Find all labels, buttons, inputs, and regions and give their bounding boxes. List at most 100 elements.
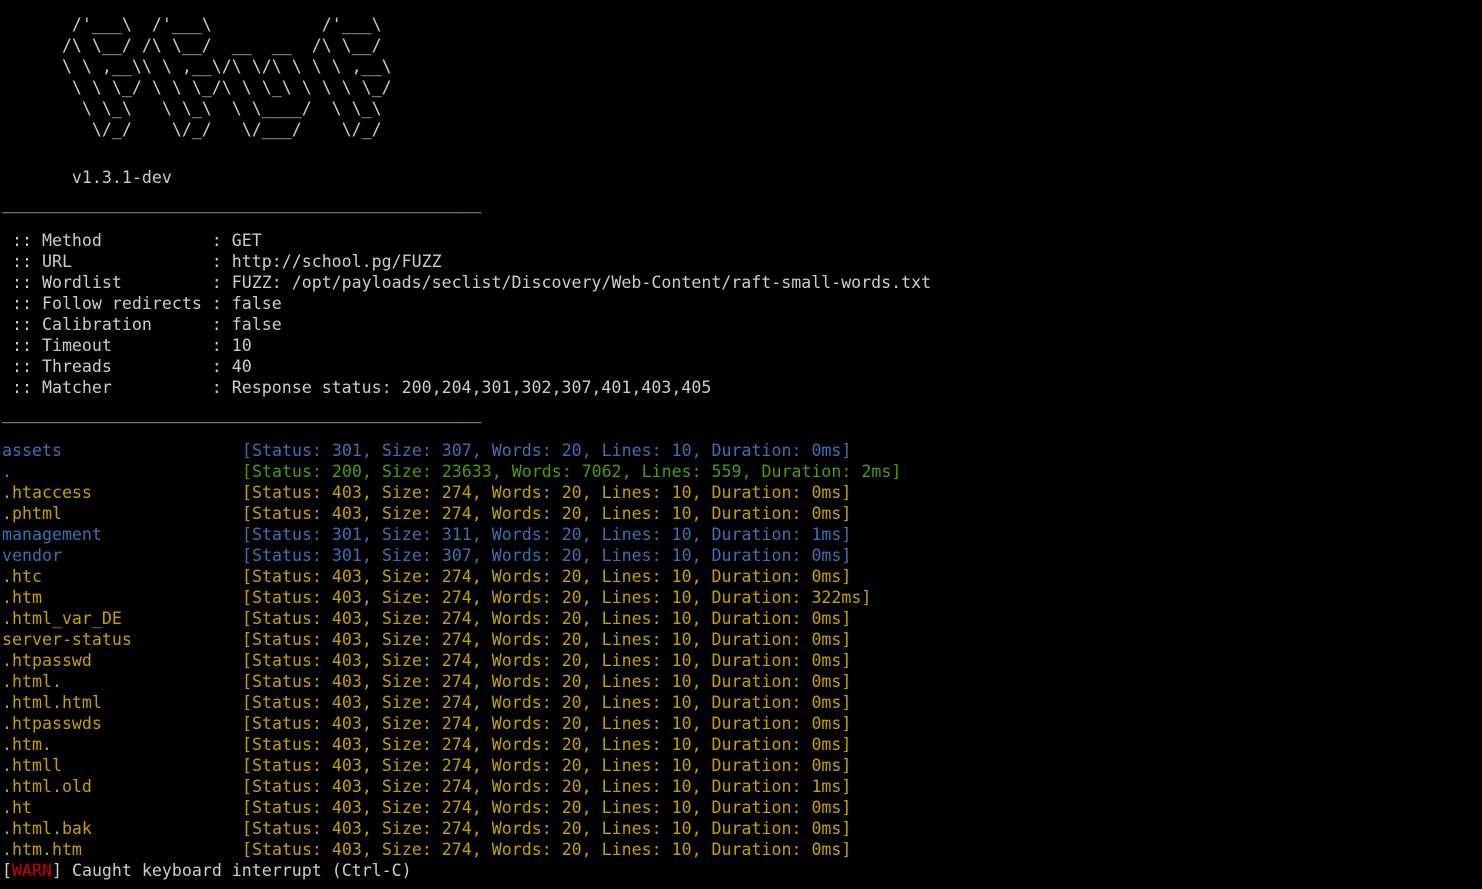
result-word: management bbox=[2, 525, 102, 544]
config-method: :: Method : GET bbox=[2, 230, 931, 251]
result-status: [Status: 403, Size: 274, Words: 20, Line… bbox=[242, 798, 852, 817]
banner-line: \ \ \_/ \ \ \_/\ \ \_\ \ \ \ \_/ bbox=[2, 78, 452, 97]
banner-line: /'___\ /'___\ /'___\ bbox=[2, 15, 452, 34]
result-row: .html.html [Status: 403, Size: 274, Words… bbox=[2, 692, 901, 713]
result-status: [Status: 403, Size: 274, Words: 20, Line… bbox=[242, 630, 852, 649]
version-label: v1.3.1-dev bbox=[2, 168, 172, 187]
terminal-window[interactable]: /'___\ /'___\ /'___\ /\ \__/ /\ \__/ __ … bbox=[0, 0, 1482, 889]
result-row: . [Status: 200, Size: 23633, Words: 7062,… bbox=[2, 461, 901, 482]
result-status: [Status: 200, Size: 23633, Words: 7062, … bbox=[242, 462, 902, 481]
result-status: [Status: 403, Size: 274, Words: 20, Line… bbox=[242, 735, 852, 754]
banner-line: \ \_\ \ \_\ \ \____/ \ \_\ bbox=[2, 99, 452, 118]
result-word: .htmll bbox=[2, 756, 62, 775]
result-word: .phtml bbox=[2, 504, 62, 523]
result-row: .phtml [Status: 403, Size: 274, Words: 20… bbox=[2, 503, 901, 524]
config-matcher: :: Matcher : Response status: 200,204,30… bbox=[2, 377, 931, 398]
warn-bracket-close: ] bbox=[51, 861, 62, 880]
separator-bottom: ________________________________________… bbox=[2, 404, 482, 423]
banner-line: \ \ ,__\\ \ ,__\/\ \/\ \ \ \ ,__\ bbox=[2, 57, 452, 76]
result-row: management [Status: 301, Size: 311, Words… bbox=[2, 524, 901, 545]
config-value: false bbox=[231, 315, 282, 334]
config-label: :: Threads : bbox=[2, 357, 232, 376]
config-timeout: :: Timeout : 10 bbox=[2, 335, 931, 356]
result-status: [Status: 301, Size: 307, Words: 20, Line… bbox=[242, 546, 852, 565]
result-status: [Status: 301, Size: 311, Words: 20, Line… bbox=[242, 525, 852, 544]
result-word: . bbox=[2, 462, 12, 481]
result-status: [Status: 403, Size: 274, Words: 20, Line… bbox=[242, 651, 852, 670]
result-status: [Status: 403, Size: 274, Words: 20, Line… bbox=[242, 567, 852, 586]
config-label: :: Method : bbox=[2, 231, 232, 250]
config-follow-redirects: :: Follow redirects : false bbox=[2, 293, 931, 314]
result-status: [Status: 403, Size: 274, Words: 20, Line… bbox=[242, 588, 872, 607]
result-word: .htm. bbox=[2, 735, 52, 754]
config-label: :: Calibration : bbox=[2, 315, 232, 334]
result-row: vendor [Status: 301, Size: 307, Words: 20… bbox=[2, 545, 901, 566]
warn-message: Caught keyboard interrupt (Ctrl-C) bbox=[61, 861, 412, 880]
result-row: .htm [Status: 403, Size: 274, Words: 20, … bbox=[2, 587, 901, 608]
warning-line: [WARN] Caught keyboard interrupt (Ctrl-C… bbox=[2, 860, 412, 881]
result-row: .html. [Status: 403, Size: 274, Words: 20… bbox=[2, 671, 901, 692]
result-word: .htm.htm bbox=[2, 840, 82, 859]
result-row: .html_var_DE [Status: 403, Size: 274, Wor… bbox=[2, 608, 901, 629]
result-word: .html.old bbox=[2, 777, 92, 796]
result-word: .htc bbox=[2, 567, 42, 586]
result-word: assets bbox=[2, 441, 62, 460]
result-status: [Status: 403, Size: 274, Words: 20, Line… bbox=[242, 504, 852, 523]
config-label: :: Timeout : bbox=[2, 336, 232, 355]
config-value: false bbox=[231, 294, 282, 313]
result-word: vendor bbox=[2, 546, 62, 565]
result-word: .html.bak bbox=[2, 819, 92, 838]
separator-top: ________________________________________… bbox=[2, 194, 482, 213]
config-calibration: :: Calibration : false bbox=[2, 314, 931, 335]
result-status: [Status: 403, Size: 274, Words: 20, Line… bbox=[242, 672, 852, 691]
config-value: 10 bbox=[231, 336, 252, 355]
result-row: .htpasswd [Status: 403, Size: 274, Words:… bbox=[2, 650, 901, 671]
config-label: :: Follow redirects : bbox=[2, 294, 232, 313]
result-word: .html.html bbox=[2, 693, 102, 712]
banner-line: /\ \__/ /\ \__/ __ __ /\ \__/ bbox=[2, 36, 452, 55]
config-label: :: URL : bbox=[2, 252, 232, 271]
result-status: [Status: 403, Size: 274, Words: 20, Line… bbox=[242, 693, 852, 712]
config-value: GET bbox=[231, 231, 262, 250]
result-status: [Status: 403, Size: 274, Words: 20, Line… bbox=[242, 777, 852, 796]
result-word: .html_var_DE bbox=[2, 609, 122, 628]
config-value: Response status: 200,204,301,302,307,401… bbox=[231, 378, 712, 397]
result-row: .htc [Status: 403, Size: 274, Words: 20, … bbox=[2, 566, 901, 587]
result-word: .htpasswds bbox=[2, 714, 102, 733]
result-status: [Status: 403, Size: 274, Words: 20, Line… bbox=[242, 609, 852, 628]
results-list: assets [Status: 301, Size: 307, Words: 20… bbox=[2, 440, 901, 860]
result-word: .htpasswd bbox=[2, 651, 92, 670]
result-row: .html.old [Status: 403, Size: 274, Words:… bbox=[2, 776, 901, 797]
result-row: .htm. [Status: 403, Size: 274, Words: 20,… bbox=[2, 734, 901, 755]
config-wordlist: :: Wordlist : FUZZ: /opt/payloads/seclis… bbox=[2, 272, 931, 293]
ffuf-ascii-banner: /'___\ /'___\ /'___\ /\ \__/ /\ \__/ __ … bbox=[2, 14, 452, 140]
config-threads: :: Threads : 40 bbox=[2, 356, 931, 377]
warn-tag: WARN bbox=[12, 861, 52, 880]
result-row: .htaccess [Status: 403, Size: 274, Words:… bbox=[2, 482, 901, 503]
result-status: [Status: 403, Size: 274, Words: 20, Line… bbox=[242, 819, 852, 838]
banner-line: \/_/ \/_/ \/___/ \/_/ bbox=[2, 120, 452, 139]
result-word: .htaccess bbox=[2, 483, 92, 502]
result-row: .htpasswds [Status: 403, Size: 274, Words… bbox=[2, 713, 901, 734]
result-row: assets [Status: 301, Size: 307, Words: 20… bbox=[2, 440, 901, 461]
config-label: :: Wordlist : bbox=[2, 273, 232, 292]
result-status: [Status: 301, Size: 307, Words: 20, Line… bbox=[242, 441, 852, 460]
result-status: [Status: 403, Size: 274, Words: 20, Line… bbox=[242, 714, 852, 733]
result-status: [Status: 403, Size: 274, Words: 20, Line… bbox=[242, 483, 852, 502]
result-row: .ht [Status: 403, Size: 274, Words: 20, L… bbox=[2, 797, 901, 818]
result-word: server-status bbox=[2, 630, 132, 649]
result-word: .ht bbox=[2, 798, 32, 817]
result-row: .htm.htm [Status: 403, Size: 274, Words: … bbox=[2, 839, 901, 860]
result-word: .htm bbox=[2, 588, 42, 607]
warn-bracket-open: [ bbox=[2, 861, 12, 880]
result-row: server-status [Status: 403, Size: 274, Wo… bbox=[2, 629, 901, 650]
config-value: http://school.pg/FUZZ bbox=[231, 252, 442, 271]
result-word: .html. bbox=[2, 672, 62, 691]
result-status: [Status: 403, Size: 274, Words: 20, Line… bbox=[242, 840, 852, 859]
config-label: :: Matcher : bbox=[2, 378, 232, 397]
config-url: :: URL : http://school.pg/FUZZ bbox=[2, 251, 931, 272]
result-row: .htmll [Status: 403, Size: 274, Words: 20… bbox=[2, 755, 901, 776]
config-block: :: Method : GET :: URL : http://school.p… bbox=[2, 230, 931, 398]
config-value: 40 bbox=[231, 357, 252, 376]
config-value: FUZZ: /opt/payloads/seclist/Discovery/We… bbox=[231, 273, 932, 292]
